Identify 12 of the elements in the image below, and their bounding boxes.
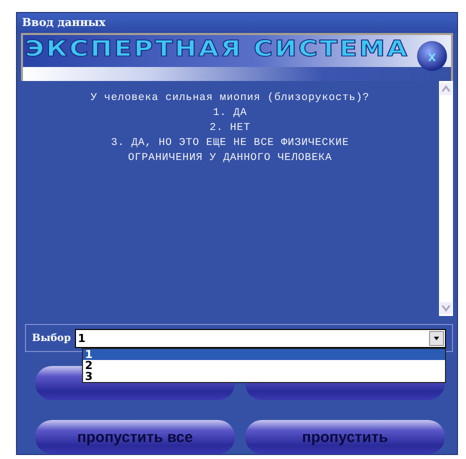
dropdown-option[interactable]: 2 <box>83 360 445 371</box>
question-line: У человека сильная миопия (близорукость)? <box>90 91 370 106</box>
question-line: 2. НЕТ <box>208 121 252 136</box>
question-line: 3. ДА, НО ЭТО ЕЩЕ НЕ ВСЕ ФИЗИЧЕСКИЕ <box>110 136 350 151</box>
question-line: 1. ДА <box>212 106 248 121</box>
choice-dropdown[interactable]: 1 <box>74 328 446 348</box>
choice-label: Выбор <box>32 332 71 344</box>
dropdown-option[interactable]: 3 <box>83 371 445 382</box>
banner-title: ЭКСПЕРТНАЯ СИСТЕМА <box>24 37 410 61</box>
window-title: Ввод данных <box>17 13 457 33</box>
dropdown-option[interactable]: 1 <box>83 349 445 360</box>
question-line: ОГРАНИЧЕНИЯ У ДАННОГО ЧЕЛОВЕКА <box>126 151 334 166</box>
